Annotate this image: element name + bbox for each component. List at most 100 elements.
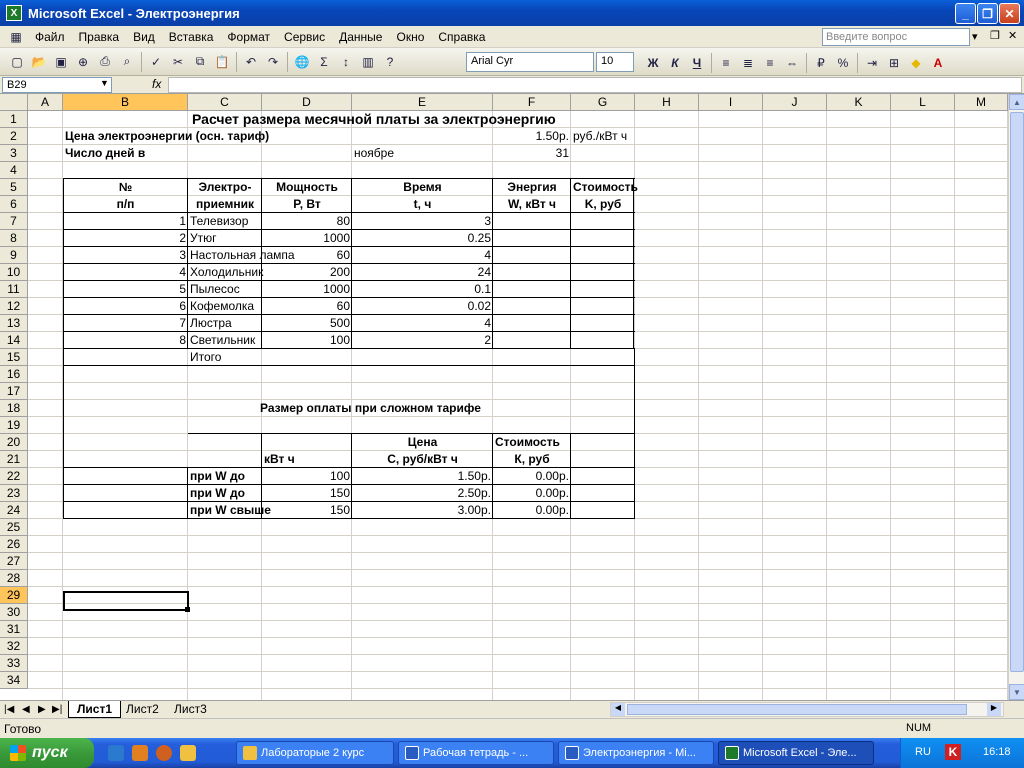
- row-header-21[interactable]: 21: [0, 451, 28, 468]
- task-workbook[interactable]: Рабочая тетрадь - ...: [398, 741, 554, 765]
- scroll-thumb[interactable]: [1010, 112, 1024, 672]
- row-header-30[interactable]: 30: [0, 604, 28, 621]
- column-header-i[interactable]: I: [699, 94, 763, 111]
- tab-sheet1[interactable]: Лист1: [68, 701, 122, 718]
- scroll-left-icon[interactable]: ◀: [611, 703, 625, 716]
- prev-sheet-icon[interactable]: ◀: [22, 704, 30, 715]
- tariff-kwh[interactable]: 150: [262, 485, 352, 502]
- column-header-c[interactable]: C: [188, 94, 262, 111]
- row-header-15[interactable]: 15: [0, 349, 28, 366]
- menu-file[interactable]: Файл: [28, 30, 72, 44]
- row-header-11[interactable]: 11: [0, 281, 28, 298]
- row-header-22[interactable]: 22: [0, 468, 28, 485]
- column-header-k[interactable]: K: [827, 94, 891, 111]
- menu-data[interactable]: Данные: [332, 30, 389, 44]
- row-header-28[interactable]: 28: [0, 570, 28, 587]
- language-indicator[interactable]: RU: [915, 746, 931, 758]
- scroll-down-icon[interactable]: ▼: [1009, 684, 1024, 700]
- item-time[interactable]: 0.25: [352, 230, 493, 247]
- item-time[interactable]: 4: [352, 315, 493, 332]
- task-electro-word[interactable]: Электроэнергия - Mi...: [558, 741, 714, 765]
- menu-insert[interactable]: Вставка: [162, 30, 221, 44]
- print-icon[interactable]: ⎙: [95, 52, 115, 72]
- italic-button[interactable]: К: [665, 53, 685, 73]
- column-header-g[interactable]: G: [571, 94, 635, 111]
- menu-window[interactable]: Окно: [389, 30, 431, 44]
- tariff-label[interactable]: при W до: [188, 468, 262, 485]
- close-button[interactable]: ✕: [999, 3, 1020, 24]
- tab-sheet2[interactable]: Лист2: [118, 701, 167, 718]
- align-right-icon[interactable]: ≡: [760, 53, 780, 73]
- chevron-down-icon[interactable]: ▼: [100, 78, 109, 88]
- days-value[interactable]: 31: [493, 145, 571, 162]
- header-c6[interactable]: P, Вт: [262, 196, 352, 213]
- minimize-button[interactable]: _: [955, 3, 976, 24]
- scroll-right-icon[interactable]: ▶: [987, 703, 1001, 716]
- menu-tools[interactable]: Сервис: [277, 30, 332, 44]
- row-header-8[interactable]: 8: [0, 230, 28, 247]
- item-power[interactable]: 500: [262, 315, 352, 332]
- new-icon[interactable]: ▢: [7, 52, 27, 72]
- header-d5[interactable]: Время: [352, 179, 493, 196]
- row-header-12[interactable]: 12: [0, 298, 28, 315]
- spelling-icon[interactable]: ✓: [146, 52, 166, 72]
- spreadsheet-grid[interactable]: ABCDEFGHIJKLM 1 2 3 4 5 6 7 8 9 10 11 12 13 14 15 16 17 1…: [0, 94, 1008, 700]
- print-preview-icon[interactable]: ⌕: [117, 52, 137, 72]
- item-time[interactable]: 24: [352, 264, 493, 281]
- column-header-e[interactable]: E: [352, 94, 493, 111]
- price-unit[interactable]: руб./кВт ч: [571, 128, 635, 145]
- row-header-3[interactable]: 3: [0, 145, 28, 162]
- row-header-33[interactable]: 33: [0, 655, 28, 672]
- autosum-icon[interactable]: Σ: [314, 52, 334, 72]
- item-name[interactable]: Телевизор: [188, 213, 262, 230]
- menu-edit[interactable]: Правка: [72, 30, 127, 44]
- ie-icon[interactable]: [108, 745, 124, 761]
- tab-sheet3[interactable]: Лист3: [166, 701, 215, 718]
- item-name[interactable]: Настольная лампа: [188, 247, 295, 264]
- underline-button[interactable]: Ч: [687, 53, 707, 73]
- row-header-1[interactable]: 1: [0, 111, 28, 128]
- tariff-cost[interactable]: 0.00р.: [493, 502, 571, 519]
- item-time[interactable]: 4: [352, 247, 493, 264]
- item-time[interactable]: 0.02: [352, 298, 493, 315]
- tariff-cost[interactable]: 0.00р.: [493, 468, 571, 485]
- row-header-23[interactable]: 23: [0, 485, 28, 502]
- row-header-25[interactable]: 25: [0, 519, 28, 536]
- header-a5[interactable]: №: [63, 179, 188, 196]
- fx-icon[interactable]: fx: [152, 77, 161, 91]
- tariff-price[interactable]: 2.50р.: [352, 485, 493, 502]
- column-header-f[interactable]: F: [493, 94, 571, 111]
- copy-icon[interactable]: ⧉: [190, 52, 210, 72]
- item-power[interactable]: 60: [262, 247, 352, 264]
- item-power[interactable]: 60: [262, 298, 352, 315]
- row-header-14[interactable]: 14: [0, 332, 28, 349]
- header-c5[interactable]: Мощность: [262, 179, 352, 196]
- help-icon[interactable]: ?: [380, 52, 400, 72]
- font-name-select[interactable]: Arial Cyr: [466, 52, 594, 72]
- fill-color-icon[interactable]: ◆: [906, 53, 926, 73]
- days-month[interactable]: ноябре: [352, 145, 493, 162]
- redo-icon[interactable]: ↷: [263, 52, 283, 72]
- header-f6[interactable]: K, руб: [571, 196, 635, 213]
- days-label[interactable]: Число дней в: [63, 145, 352, 162]
- item-power[interactable]: 1000: [262, 230, 352, 247]
- doc-close-icon[interactable]: ✕: [1008, 29, 1017, 42]
- sheet-title[interactable]: Расчет размера месячной платы за электро…: [190, 111, 573, 128]
- row-header-5[interactable]: 5: [0, 179, 28, 196]
- borders-icon[interactable]: ⊞: [884, 53, 904, 73]
- formula-input[interactable]: [168, 77, 1022, 93]
- header-b6[interactable]: приемник: [188, 196, 262, 213]
- bold-button[interactable]: Ж: [643, 53, 663, 73]
- tariff-label[interactable]: при W до: [188, 485, 262, 502]
- row-header-10[interactable]: 10: [0, 264, 28, 281]
- select-all-corner[interactable]: [0, 94, 28, 111]
- align-left-icon[interactable]: ≡: [716, 53, 736, 73]
- item-number[interactable]: 8: [63, 332, 188, 349]
- last-sheet-icon[interactable]: ▶|: [52, 704, 62, 715]
- chart-icon[interactable]: ▥: [358, 52, 378, 72]
- folder-quick-icon[interactable]: [180, 745, 196, 761]
- header-b5[interactable]: Электро-: [188, 179, 262, 196]
- horizontal-scrollbar[interactable]: ◀ ▶: [610, 702, 1004, 717]
- firefox-icon[interactable]: [156, 745, 172, 761]
- merge-center-icon[interactable]: ⇔: [782, 53, 802, 73]
